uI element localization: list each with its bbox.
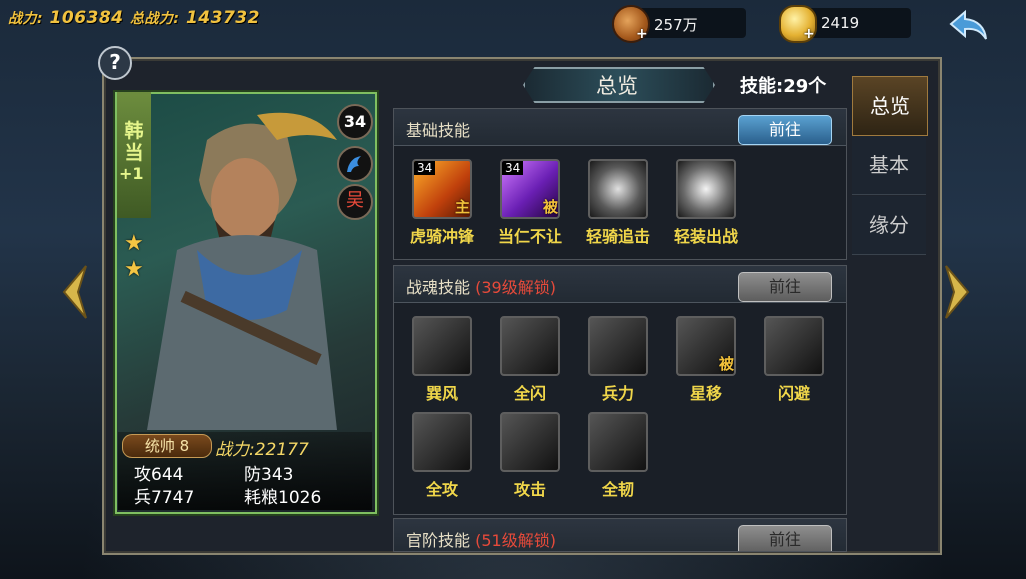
- hero-portrait: [147, 112, 337, 430]
- skill-item[interactable]: 被星移: [662, 316, 750, 404]
- skill-icon: [588, 412, 648, 472]
- skill-icon: [500, 316, 560, 376]
- soul-skills-section: 战魂技能 (39级解锁) 前往 巽风 全闪 兵力 被星移 闪避 全攻 攻击 全韧: [393, 265, 847, 515]
- skill-item[interactable]: 全韧: [574, 412, 662, 500]
- hero-level-badge: 34: [337, 104, 373, 140]
- copper-resource[interactable]: + 257万: [612, 5, 746, 43]
- skill-icon: [588, 316, 648, 376]
- defense-stat: 防343: [244, 465, 294, 485]
- hero-name-banner: 韩当 +1: [117, 92, 151, 218]
- soul-goto-button[interactable]: 前往: [738, 272, 832, 302]
- grain-stat: 耗粮1026: [244, 488, 322, 508]
- gold-add-icon[interactable]: +: [803, 26, 815, 42]
- horse-class-icon: [337, 146, 373, 182]
- attack-stat: 攻644: [134, 465, 184, 485]
- skill-icon: 被: [676, 316, 736, 376]
- skill-item[interactable]: 34 主 虎骑冲锋: [398, 159, 486, 247]
- skill-icon: [764, 316, 824, 376]
- hero-power: 战力:22177: [215, 435, 309, 460]
- basic-skills-section: 基础技能 前往 34 主 虎骑冲锋 34 被 当仁不让 轻骑追击 轻装出战: [393, 108, 847, 260]
- skill-item[interactable]: 全闪: [486, 316, 574, 404]
- gold-resource[interactable]: + 2419: [779, 5, 911, 43]
- skill-item[interactable]: 闪避: [750, 316, 838, 404]
- kingdom-badge: 吴: [337, 184, 373, 220]
- rank-goto-button[interactable]: 前往: [738, 525, 832, 551]
- copper-add-icon[interactable]: +: [636, 26, 648, 42]
- back-arrow-icon[interactable]: [945, 6, 993, 46]
- combat-power-value: 106384: [49, 8, 124, 28]
- skill-icon: [412, 412, 472, 472]
- hero-plus-level: +1: [119, 164, 144, 183]
- troops-stat: 兵7747: [134, 488, 195, 508]
- section-title: 官阶技能 (51级解锁): [406, 531, 556, 550]
- tab-basic[interactable]: 基本: [852, 136, 926, 195]
- basic-goto-button[interactable]: 前往: [738, 115, 832, 145]
- side-tabs: 总览 基本 缘分: [852, 76, 928, 256]
- skill-item[interactable]: 全攻: [398, 412, 486, 500]
- gold-value: 2419: [821, 14, 860, 32]
- skill-item[interactable]: 轻装出战: [662, 159, 750, 247]
- left-arrow-icon[interactable]: [56, 262, 92, 322]
- skill-icon: [500, 412, 560, 472]
- copper-value: 257万: [654, 16, 698, 34]
- help-icon[interactable]: ?: [98, 46, 132, 80]
- section-header: 基础技能 前往: [394, 109, 846, 146]
- skill-icon: 34 主: [412, 159, 472, 219]
- top-bar: 战力: 106384 总战力: 143732 + 257万 + 2419: [0, 0, 1026, 43]
- skill-item[interactable]: 兵力: [574, 316, 662, 404]
- right-arrow-icon[interactable]: [940, 262, 976, 322]
- skill-item[interactable]: 34 被 当仁不让: [486, 159, 574, 247]
- skill-item[interactable]: 轻骑追击: [574, 159, 662, 247]
- power-display: 战力: 106384 总战力: 143732: [8, 8, 260, 28]
- combat-power-label: 战力:: [8, 11, 44, 27]
- skill-count: 技能:29个: [740, 76, 827, 97]
- skill-icon: 34 被: [500, 159, 560, 219]
- star-icon: ★: [124, 257, 144, 282]
- tab-fate[interactable]: 缘分: [852, 196, 926, 255]
- hero-power-label: 战力:: [215, 440, 255, 460]
- skill-icon: [676, 159, 736, 219]
- total-power-value: 143732: [185, 8, 260, 28]
- section-header: 战魂技能 (39级解锁) 前往: [394, 266, 846, 303]
- rank-badge: 统帅 8: [122, 434, 212, 458]
- hero-name: 韩当: [124, 120, 144, 164]
- skill-item[interactable]: 巽风: [398, 316, 486, 404]
- skill-icon: [412, 316, 472, 376]
- hero-power-value: 22177: [254, 440, 309, 460]
- star-icon: ★: [124, 231, 144, 256]
- panel-title: 总览: [596, 74, 638, 98]
- tab-overview[interactable]: 总览: [852, 76, 928, 136]
- total-power-label: 总战力:: [129, 11, 180, 27]
- section-header: 官阶技能 (51级解锁) 前往: [394, 519, 846, 551]
- section-title: 战魂技能 (39级解锁): [406, 278, 556, 297]
- skill-icon: [588, 159, 648, 219]
- skill-item[interactable]: 攻击: [486, 412, 574, 500]
- section-title: 基础技能: [406, 121, 471, 140]
- rank-skills-section: 官阶技能 (51级解锁) 前往: [393, 518, 847, 552]
